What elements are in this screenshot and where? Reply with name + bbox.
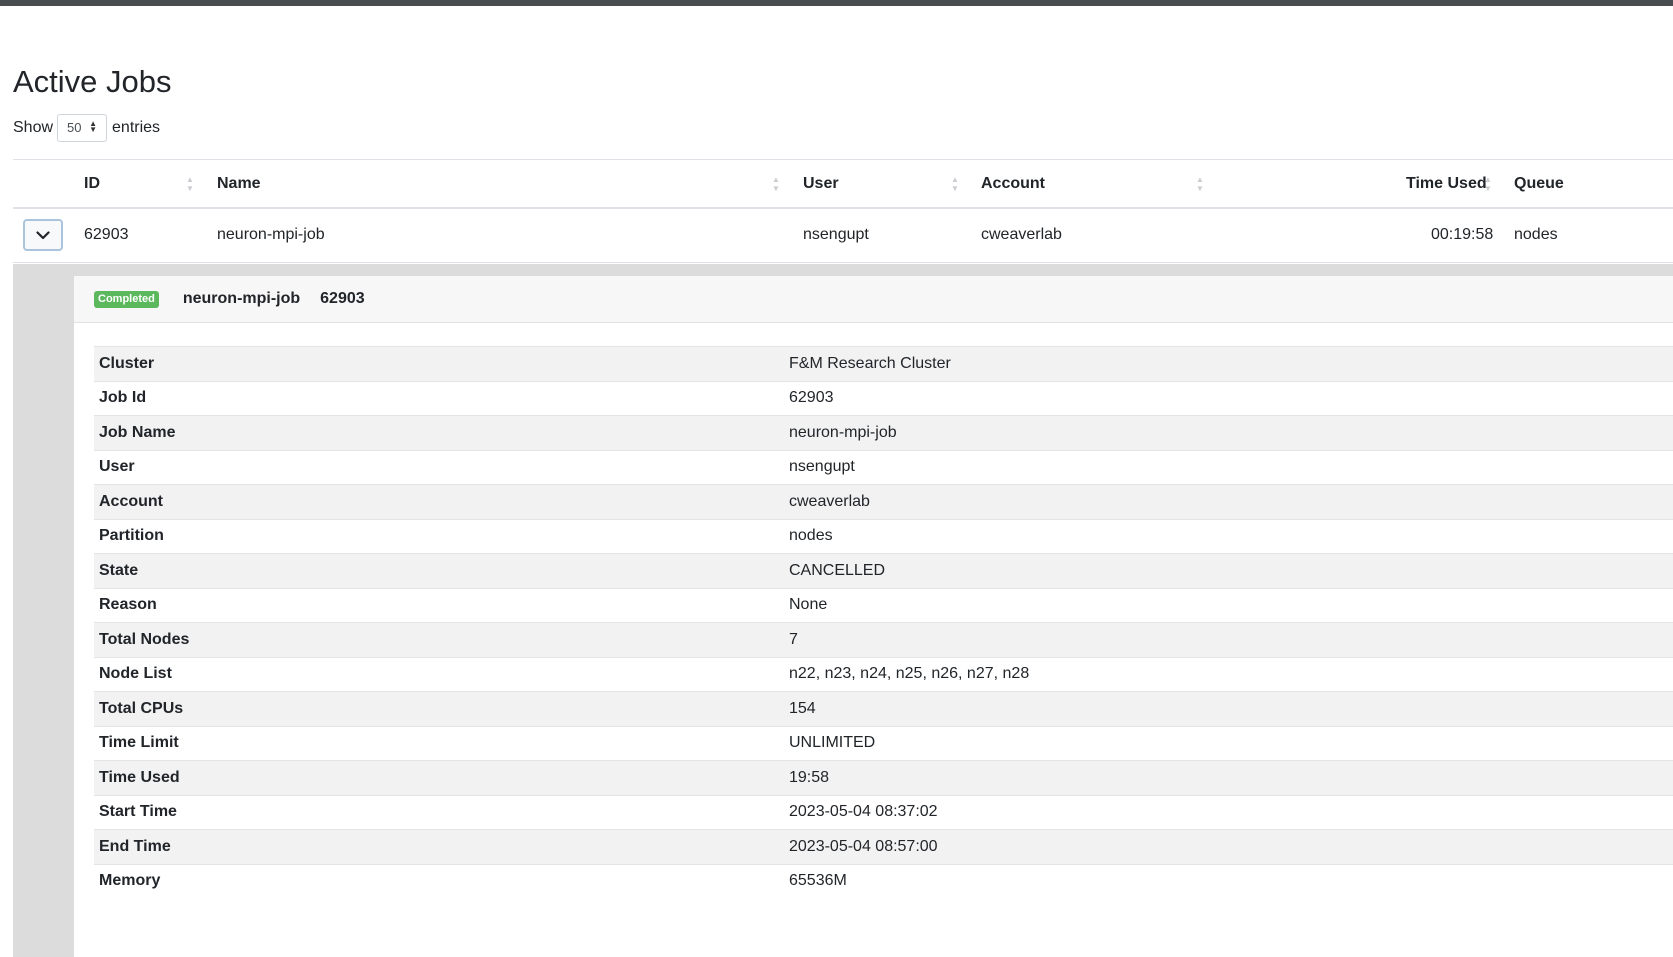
cell-queue: nodes	[1514, 226, 1558, 243]
jobs-table: ID ▲ ▼ Name ▲ ▼ User ▲ ▼ Account ▲ ▼ Time Us…	[13, 159, 1673, 263]
detail-value: 19:58	[789, 768, 830, 786]
status-badge: Completed	[94, 290, 159, 308]
entries-select-value: 50	[67, 120, 82, 135]
detail-row: Total CPUs 154	[94, 691, 1673, 726]
detail-key: Start Time	[99, 803, 177, 821]
detail-row: Time Used 19:58	[94, 760, 1673, 795]
table-header: ID ▲ ▼ Name ▲ ▼ User ▲ ▼ Account ▲ ▼ Time Us…	[13, 159, 1673, 209]
detail-key: Account	[99, 492, 163, 510]
detail-key: User	[99, 458, 135, 476]
detail-key: End Time	[99, 837, 171, 855]
detail-row: Partition nodes	[94, 518, 1673, 553]
detail-row: User nsengupt	[94, 449, 1673, 484]
column-header-time-used-label: Time Used	[1406, 175, 1487, 192]
column-header-account-label: Account	[981, 175, 1045, 192]
job-detail-header: Completed neuron-mpi-job 62903	[74, 276, 1673, 323]
detail-row: Job Id 62903	[94, 380, 1673, 415]
job-detail-table: Cluster F&M Research Cluster Job Id 62903 Jo…	[94, 346, 1673, 898]
column-header-id[interactable]: ID	[84, 160, 100, 208]
column-header-user[interactable]: User	[803, 160, 839, 208]
detail-row: Cluster F&M Research Cluster	[94, 346, 1673, 381]
column-header-time-used[interactable]: Time Used	[1406, 160, 1487, 208]
detail-key: Cluster	[99, 354, 155, 372]
detail-row: Node List n22, n23, n24, n25, n26, n27, n…	[94, 656, 1673, 691]
sort-icon[interactable]: ▲ ▼	[951, 175, 959, 193]
column-header-user-label: User	[803, 175, 839, 192]
detail-row: Account cweaverlab	[94, 484, 1673, 519]
detail-value: neuron-mpi-job	[789, 423, 897, 441]
detail-row: Job Name neuron-mpi-job	[94, 415, 1673, 450]
sort-icon[interactable]: ▲ ▼	[1196, 175, 1204, 193]
entries-length-control: Show 50 ▲ ▼ entries	[13, 113, 160, 143]
column-header-queue-label: Queue	[1514, 175, 1564, 192]
page-title: Active Jobs	[13, 64, 172, 99]
cell-account: cweaverlab	[981, 226, 1062, 243]
detail-key: Total Nodes	[99, 630, 190, 648]
detail-value: 2023-05-04 08:57:00	[789, 837, 938, 855]
detail-row: Start Time 2023-05-04 08:37:02	[94, 794, 1673, 829]
entries-select[interactable]: 50 ▲ ▼	[57, 114, 108, 142]
column-header-name[interactable]: Name	[217, 160, 261, 208]
top-bar	[0, 0, 1673, 6]
detail-value: 2023-05-04 08:37:02	[789, 803, 938, 821]
column-header-id-label: ID	[84, 175, 100, 192]
detail-key: Total CPUs	[99, 699, 184, 717]
detail-key: Memory	[99, 872, 161, 890]
detail-key: Partition	[99, 527, 164, 545]
cell-user: nsengupt	[803, 226, 869, 243]
detail-value: F&M Research Cluster	[789, 354, 951, 372]
detail-row: Total Nodes 7	[94, 622, 1673, 657]
detail-value: 62903	[789, 389, 834, 407]
length-prefix-label: Show	[13, 119, 54, 136]
table-row[interactable]: 62903 neuron-mpi-job nsengupt cweaverlab…	[13, 209, 1673, 263]
cell-time-used: 00:19:58	[1431, 226, 1494, 243]
detail-key: Job Name	[99, 423, 176, 441]
detail-value: n22, n23, n24, n25, n26, n27, n28	[789, 665, 1030, 683]
detail-job-name: neuron-mpi-job	[182, 290, 301, 307]
sort-icon[interactable]: ▲ ▼	[1484, 175, 1492, 193]
cell-id: 62903	[84, 226, 129, 243]
detail-value: 65536M	[789, 872, 847, 890]
detail-key: Node List	[99, 665, 172, 683]
cell-name: neuron-mpi-job	[217, 226, 325, 243]
sort-icon[interactable]: ▲ ▼	[772, 175, 780, 193]
detail-value: nodes	[789, 527, 833, 545]
detail-row: Memory 65536M	[94, 863, 1673, 898]
detail-row: End Time 2023-05-04 08:57:00	[94, 829, 1673, 864]
sort-icon[interactable]: ▲ ▼	[186, 175, 194, 193]
job-detail-card: Completed neuron-mpi-job 62903 Cluster F&…	[74, 276, 1673, 957]
column-header-name-label: Name	[217, 175, 261, 192]
detail-row: Time Limit UNLIMITED	[94, 725, 1673, 760]
column-header-queue[interactable]: Queue	[1514, 160, 1564, 208]
detail-value: None	[789, 596, 828, 614]
detail-key: Time Used	[99, 768, 180, 786]
page: Active Jobs Show 50 ▲ ▼ entries ID ▲ ▼ Nam…	[0, 0, 1673, 957]
detail-key: Time Limit	[99, 734, 179, 752]
chevron-down-icon	[36, 230, 50, 239]
detail-value: cweaverlab	[789, 492, 870, 510]
detail-job-id: 62903	[320, 290, 365, 307]
detail-value: nsengupt	[789, 458, 855, 476]
job-detail-container: Completed neuron-mpi-job 62903 Cluster F&…	[13, 264, 1673, 957]
length-suffix-label: entries	[112, 119, 161, 136]
caret-updown-icon: ▲ ▼	[89, 119, 98, 134]
detail-value: CANCELLED	[789, 561, 886, 579]
detail-key: Reason	[99, 596, 157, 614]
detail-key: Job Id	[99, 389, 147, 407]
detail-value: 154	[789, 699, 816, 717]
detail-value: UNLIMITED	[789, 734, 876, 752]
column-header-account[interactable]: Account	[981, 160, 1045, 208]
detail-row: State CANCELLED	[94, 553, 1673, 588]
detail-row: Reason None	[94, 587, 1673, 622]
expand-toggle-button[interactable]	[23, 219, 63, 251]
detail-key: State	[99, 561, 139, 579]
detail-value: 7	[789, 630, 798, 648]
